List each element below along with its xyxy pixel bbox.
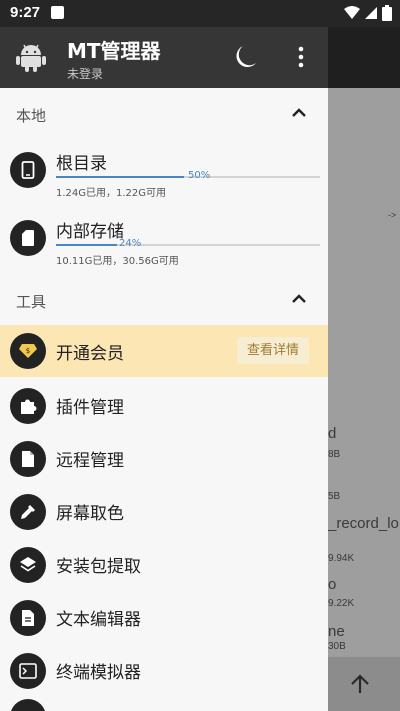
section-label: 本地 bbox=[16, 107, 47, 125]
navigation-drawer: MT管理器 未登录 本地 根目录 50% 1.24G已用，1.22G可用 内部存… bbox=[0, 27, 328, 711]
tool-color-picker[interactable]: 屏幕取色 bbox=[0, 485, 328, 538]
background-text: ne bbox=[328, 623, 345, 640]
android-icon bbox=[16, 44, 46, 72]
login-status[interactable]: 未登录 bbox=[67, 65, 103, 82]
storage-percent: 24% bbox=[119, 238, 142, 249]
storage-detail: 1.24G已用，1.22G可用 bbox=[56, 188, 167, 199]
background-text: 5B bbox=[328, 491, 341, 502]
tools-section-header[interactable]: 工具 bbox=[0, 281, 328, 321]
tool-label: 屏幕取色 bbox=[56, 504, 124, 524]
background-text: d bbox=[328, 425, 337, 442]
notification-icon bbox=[51, 6, 64, 19]
tool-terminal[interactable]: 终端模拟器 bbox=[0, 644, 328, 697]
storage-root[interactable]: 根目录 50% 1.24G已用，1.22G可用 bbox=[0, 140, 328, 202]
vip-item[interactable]: $ 开通会员 查看详情 bbox=[0, 325, 328, 377]
arrow-up-icon bbox=[351, 674, 369, 693]
view-details-button[interactable]: 查看详情 bbox=[237, 337, 309, 364]
background-toolbar bbox=[328, 27, 400, 88]
local-section-header[interactable]: 本地 bbox=[0, 95, 328, 135]
tool-plugin-manager[interactable]: 插件管理 bbox=[0, 379, 328, 432]
tool-label: 终端模拟器 bbox=[56, 663, 141, 683]
drawer-header: MT管理器 未登录 bbox=[0, 27, 328, 88]
tool-label: 远程管理 bbox=[56, 451, 124, 471]
background-text: 30B bbox=[328, 641, 346, 652]
puzzle-icon bbox=[10, 388, 46, 424]
background-file-list: -> d 8B 5B _record_lo 9.94K o 9.22K ne 3… bbox=[328, 27, 400, 711]
storage-usage-fill bbox=[56, 176, 184, 178]
storage-usage-fill bbox=[56, 244, 117, 246]
more-options-icon[interactable] bbox=[297, 46, 305, 68]
chevron-up-icon[interactable] bbox=[292, 108, 306, 118]
diamond-icon: $ bbox=[10, 333, 46, 369]
layers-icon bbox=[10, 547, 46, 583]
storage-usage-bar bbox=[56, 244, 320, 246]
tool-apk-extract[interactable]: 安装包提取 bbox=[0, 538, 328, 591]
chevron-up-icon[interactable] bbox=[292, 294, 306, 304]
terminal-icon bbox=[10, 653, 46, 689]
background-bottom-bar bbox=[328, 657, 400, 711]
vip-label: 开通会员 bbox=[56, 344, 124, 364]
background-text: -> bbox=[388, 210, 397, 220]
text-file-icon bbox=[10, 600, 46, 636]
storage-internal[interactable]: 内部存储 24% 10.11G已用，30.56G可用 bbox=[0, 208, 328, 270]
sd-card-icon bbox=[10, 220, 46, 256]
night-mode-icon[interactable] bbox=[234, 44, 258, 70]
tool-label: 安装包提取 bbox=[56, 557, 141, 577]
next-tool-icon bbox=[10, 699, 46, 711]
status-time: 9:27 bbox=[10, 4, 41, 21]
app-title: MT管理器 bbox=[67, 39, 161, 63]
storage-name: 内部存储 bbox=[56, 222, 124, 242]
background-text: 8B bbox=[328, 449, 341, 460]
tool-remote-manager[interactable]: 远程管理 bbox=[0, 432, 328, 485]
signal-icon bbox=[365, 7, 377, 19]
background-text: 9.22K bbox=[328, 598, 355, 609]
section-label: 工具 bbox=[16, 293, 47, 311]
storage-detail: 10.11G已用，30.56G可用 bbox=[56, 256, 179, 267]
eyedropper-icon bbox=[10, 494, 46, 530]
background-text: o bbox=[328, 576, 337, 593]
tool-label: 文本编辑器 bbox=[56, 610, 141, 630]
tool-text-editor[interactable]: 文本编辑器 bbox=[0, 591, 328, 644]
file-icon bbox=[10, 441, 46, 477]
battery-icon bbox=[382, 5, 392, 21]
storage-name: 根目录 bbox=[56, 154, 107, 174]
background-text: 9.94K bbox=[328, 553, 355, 564]
wifi-icon bbox=[344, 6, 360, 19]
svg-text:$: $ bbox=[26, 347, 30, 355]
storage-percent: 50% bbox=[188, 170, 211, 181]
tool-label: 插件管理 bbox=[56, 398, 124, 418]
background-text: _record_lo bbox=[328, 515, 399, 532]
phone-icon bbox=[10, 152, 46, 188]
status-bar: 9:27 bbox=[0, 0, 400, 27]
